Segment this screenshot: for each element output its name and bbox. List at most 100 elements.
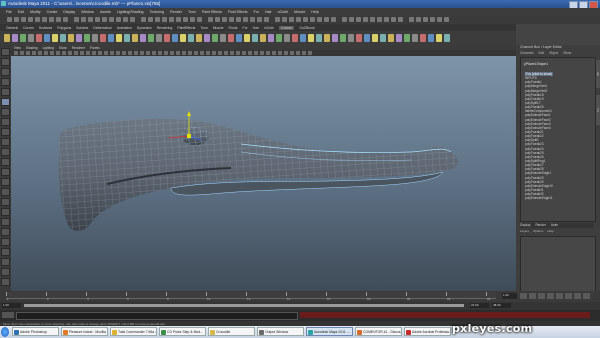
taskbar-button[interactable]: CG Pulse Step & Mod...	[159, 327, 206, 336]
status-tool-icon[interactable]	[282, 17, 287, 22]
shelf-tool-icon[interactable]	[212, 34, 218, 42]
status-tool-icon[interactable]	[409, 17, 414, 22]
panel-tool-icon[interactable]	[164, 51, 168, 55]
menu-item[interactable]: Toon	[188, 10, 196, 14]
panel-tool-icon[interactable]	[266, 51, 270, 55]
shelf-tab[interactable]: Curves	[23, 26, 34, 30]
status-tool-icon[interactable]	[430, 17, 435, 22]
status-tool-icon[interactable]	[370, 17, 375, 22]
shelf-tool-icon[interactable]	[4, 34, 10, 42]
taskbar-button[interactable]: CGMENTOR #1 - Discus...	[355, 327, 402, 336]
shelf-tool-icon[interactable]	[124, 34, 130, 42]
taskbar-button[interactable]: Autodesk Maya 2011 -...	[306, 327, 353, 336]
layer-editor-menu-item[interactable]: Help	[547, 229, 553, 234]
shelf-tool-icon[interactable]	[268, 34, 274, 42]
shelf-tool-icon[interactable]	[76, 34, 82, 42]
shelf-tool-icon[interactable]	[444, 34, 450, 42]
tool-icon[interactable]	[1, 228, 10, 236]
menu-item[interactable]: Fur	[254, 10, 259, 14]
tool-icon[interactable]	[1, 78, 10, 86]
menu-item[interactable]: Edit	[18, 10, 24, 14]
channel-box-menu-item[interactable]: Show	[563, 51, 571, 56]
tool-icon[interactable]	[1, 248, 10, 256]
shelf-tab[interactable]: Dynamics	[137, 26, 152, 30]
panel-tool-icon[interactable]	[44, 51, 48, 55]
status-tool-icon[interactable]	[155, 17, 160, 22]
panel-tool-icon[interactable]	[290, 51, 294, 55]
shelf-tab[interactable]: GoZBrush	[299, 26, 314, 30]
status-tool-icon[interactable]	[190, 17, 195, 22]
panel-tool-icon[interactable]	[74, 51, 78, 55]
playback-button[interactable]	[538, 293, 545, 299]
taskbar-button[interactable]: Output Window	[257, 327, 304, 336]
shelf-tool-icon[interactable]	[36, 34, 42, 42]
status-tool-icon[interactable]	[176, 17, 181, 22]
panel-tool-icon[interactable]	[242, 51, 246, 55]
status-tool-icon[interactable]	[324, 17, 329, 22]
menu-item[interactable]: Help	[311, 10, 318, 14]
shelf-tool-icon[interactable]	[396, 34, 402, 42]
status-tool-icon[interactable]	[444, 17, 449, 22]
panel-tool-icon[interactable]	[182, 51, 186, 55]
tool-icon[interactable]	[1, 238, 10, 246]
panel-tool-icon[interactable]	[170, 51, 174, 55]
status-tool-icon[interactable]	[229, 17, 234, 22]
panel-tool-icon[interactable]	[260, 51, 264, 55]
shelf-tool-icon[interactable]	[236, 34, 242, 42]
panel-tool-icon[interactable]	[176, 51, 180, 55]
range-start-field[interactable]: 1.00	[2, 303, 21, 308]
status-tool-icon[interactable]	[130, 17, 135, 22]
playback-button[interactable]	[574, 293, 581, 299]
status-tool-icon[interactable]	[342, 17, 347, 22]
shelf-tab[interactable]: General	[6, 26, 18, 30]
shelf-tool-icon[interactable]	[324, 34, 330, 42]
panel-tool-icon[interactable]	[56, 51, 60, 55]
command-input[interactable]	[16, 312, 298, 320]
menu-item[interactable]: Hair	[265, 10, 272, 14]
panel-tool-icon[interactable]	[212, 51, 216, 55]
status-tool-icon[interactable]	[423, 17, 428, 22]
status-tool-icon[interactable]	[7, 17, 12, 22]
panel-tool-icon[interactable]	[302, 51, 306, 55]
playback-button[interactable]	[547, 293, 554, 299]
status-tool-icon[interactable]	[35, 17, 40, 22]
status-tool-icon[interactable]	[437, 17, 442, 22]
panel-tool-icon[interactable]	[68, 51, 72, 55]
status-tool-icon[interactable]	[102, 17, 107, 22]
status-tool-icon[interactable]	[116, 17, 121, 22]
shelf-tool-icon[interactable]	[100, 34, 106, 42]
shelf-tool-icon[interactable]	[52, 34, 58, 42]
panel-tool-icon[interactable]	[122, 51, 126, 55]
time-track[interactable]	[6, 292, 496, 299]
shelf-tab[interactable]: Polygons	[57, 26, 71, 30]
panel-tool-icon[interactable]	[134, 51, 138, 55]
tool-icon[interactable]	[1, 138, 10, 146]
tool-icon[interactable]	[1, 88, 10, 96]
panel-tool-icon[interactable]	[20, 51, 24, 55]
panel-tool-icon[interactable]	[86, 51, 90, 55]
status-tool-icon[interactable]	[95, 17, 100, 22]
panel-tool-icon[interactable]	[188, 51, 192, 55]
shelf-tab[interactable]: Toon	[200, 26, 207, 30]
panel-menu-item[interactable]: Show	[59, 46, 67, 50]
layer-editor-menu-item[interactable]: Options	[533, 229, 543, 234]
panel-menu-item[interactable]: Panels	[90, 46, 100, 50]
shelf-tool-icon[interactable]	[372, 34, 378, 42]
status-tool-icon[interactable]	[42, 17, 47, 22]
panel-tool-icon[interactable]	[92, 51, 96, 55]
menu-item[interactable]: Paint Effects	[202, 10, 222, 14]
shelf-tool-icon[interactable]	[116, 34, 122, 42]
shelf-tool-icon[interactable]	[132, 34, 138, 42]
panel-tool-icon[interactable]	[200, 51, 204, 55]
shelf-tool-icon[interactable]	[292, 34, 298, 42]
panel-tool-icon[interactable]	[194, 51, 198, 55]
tool-icon[interactable]	[1, 268, 10, 276]
status-tool-icon[interactable]	[310, 17, 315, 22]
status-tool-icon[interactable]	[289, 17, 294, 22]
shelf-tab[interactable]: PaintEffects	[177, 26, 195, 30]
shelf-tab[interactable]: Surfaces	[39, 26, 52, 30]
status-tool-icon[interactable]	[49, 17, 54, 22]
shelf-tool-icon[interactable]	[244, 34, 250, 42]
menu-item[interactable]: File	[6, 10, 12, 14]
shelf-tool-icon[interactable]	[388, 34, 394, 42]
